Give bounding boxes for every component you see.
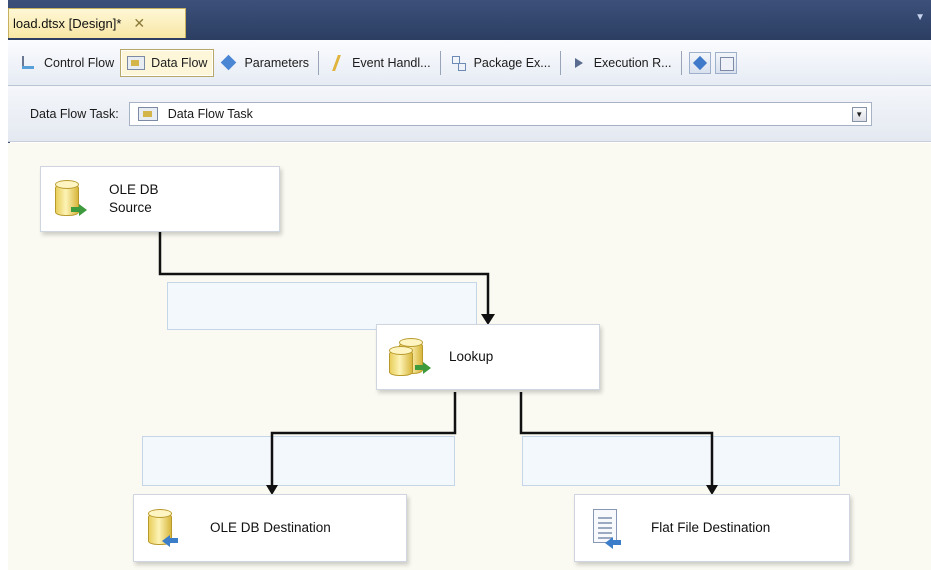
tab-parameters[interactable]: Parameters <box>214 49 315 77</box>
package-explorer-icon <box>450 54 468 72</box>
data-flow-task-label: Data Flow Task: <box>30 106 119 121</box>
designer-tab-bar: Control Flow Data Flow Parameters Event … <box>8 40 931 86</box>
tab-overflow-icon[interactable]: ▼ <box>915 12 925 23</box>
tab-package-explorer[interactable]: Package Ex... <box>444 49 557 77</box>
ole-db-source-icon <box>55 180 87 218</box>
tab-data-flow[interactable]: Data Flow <box>120 48 215 77</box>
tab-label: Package Ex... <box>473 55 551 70</box>
data-flow-task-icon <box>137 106 158 121</box>
data-flow-icon <box>127 55 146 70</box>
event-handlers-icon <box>328 54 346 72</box>
path-label-lookup-flat-destination[interactable] <box>522 436 840 486</box>
chevron-down-icon[interactable]: ▼ <box>851 106 867 122</box>
tab-control-flow[interactable]: Control Flow <box>14 49 120 77</box>
tab-label: Data Flow <box>151 55 208 70</box>
flat-file-destination-icon <box>593 509 621 549</box>
document-tab-strip: load.dtsx [Design]* ✕ ▼ <box>8 0 931 40</box>
tab-label: Control Flow <box>44 55 115 70</box>
zoom-toolbar-icon[interactable] <box>714 51 737 74</box>
lookup-icon <box>389 338 431 376</box>
execution-results-icon <box>570 54 588 72</box>
component-flat-file-destination[interactable]: Flat File Destination <box>574 494 850 562</box>
parameters-icon <box>220 54 238 72</box>
component-label: Flat File Destination <box>651 520 771 536</box>
tab-separator <box>559 50 561 75</box>
component-label: Lookup <box>449 349 494 365</box>
close-icon[interactable]: ✕ <box>133 15 145 32</box>
path-label-lookup-ole-destination[interactable] <box>142 436 455 486</box>
component-label: OLE DB Destination <box>210 520 331 536</box>
path-label-source-lookup[interactable] <box>167 282 477 330</box>
tab-execution-results[interactable]: Execution R... <box>564 49 678 77</box>
tab-label: Parameters <box>244 55 310 70</box>
tab-event-handlers[interactable]: Event Handl... <box>322 49 437 77</box>
tab-separator <box>318 50 320 75</box>
component-lookup[interactable]: Lookup <box>376 324 600 390</box>
component-label: OLE DB Source <box>109 182 159 215</box>
component-ole-db-destination[interactable]: OLE DB Destination <box>133 494 407 562</box>
tab-separator <box>680 50 682 75</box>
tab-separator <box>439 50 441 75</box>
parameters-toolbar-icon[interactable] <box>688 51 711 74</box>
data-flow-task-bar: Data Flow Task: Data Flow Task ▼ <box>8 86 931 142</box>
document-tab-title: load.dtsx [Design]* <box>13 16 122 31</box>
tab-label: Execution R... <box>593 55 672 70</box>
data-flow-task-select[interactable]: Data Flow Task ▼ <box>128 101 872 126</box>
control-flow-icon <box>20 54 38 72</box>
data-flow-task-value: Data Flow Task <box>167 106 253 121</box>
ole-db-destination-icon <box>148 509 178 547</box>
document-tab[interactable]: load.dtsx [Design]* ✕ <box>8 8 186 38</box>
component-ole-db-source[interactable]: OLE DB Source <box>40 166 280 232</box>
tab-label: Event Handl... <box>352 55 431 70</box>
